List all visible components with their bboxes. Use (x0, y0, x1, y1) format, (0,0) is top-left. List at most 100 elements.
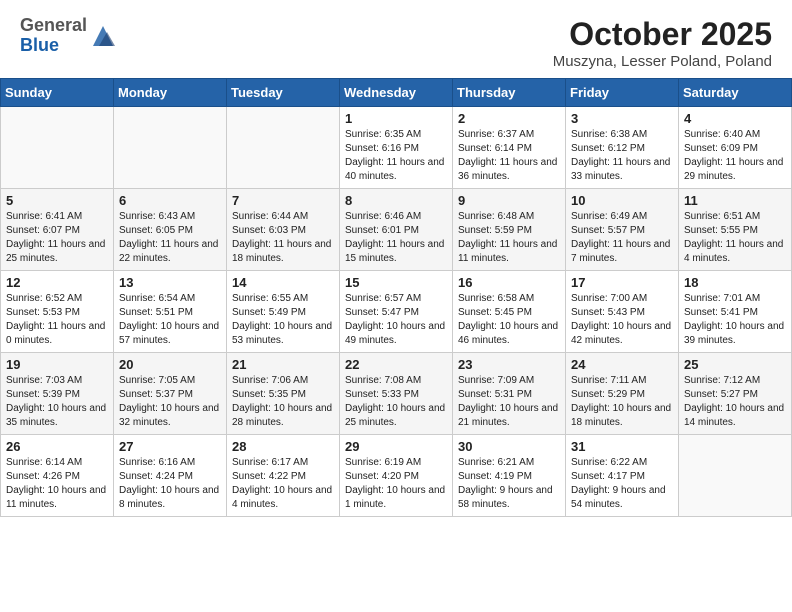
day-info: Sunrise: 7:06 AM Sunset: 5:35 PM Dayligh… (232, 374, 334, 430)
calendar-cell: 16 Sunrise: 6:58 AM Sunset: 5:45 PM Dayli… (453, 271, 566, 353)
logo-icon (89, 22, 117, 50)
day-header-thursday: Thursday (453, 79, 566, 107)
day-info: Sunrise: 6:52 AM Sunset: 5:53 PM Dayligh… (6, 292, 108, 348)
day-number: 20 (119, 357, 221, 372)
day-info: Sunrise: 6:22 AM Sunset: 4:17 PM Dayligh… (571, 456, 673, 512)
day-header-tuesday: Tuesday (227, 79, 340, 107)
day-number: 25 (684, 357, 786, 372)
day-info: Sunrise: 6:48 AM Sunset: 5:59 PM Dayligh… (458, 210, 560, 266)
calendar-cell: 31 Sunrise: 6:22 AM Sunset: 4:17 PM Dayli… (566, 435, 679, 517)
day-info: Sunrise: 6:19 AM Sunset: 4:20 PM Dayligh… (345, 456, 447, 512)
calendar-cell: 19 Sunrise: 7:03 AM Sunset: 5:39 PM Dayli… (1, 353, 114, 435)
day-info: Sunrise: 7:00 AM Sunset: 5:43 PM Dayligh… (571, 292, 673, 348)
day-number: 31 (571, 439, 673, 454)
day-info: Sunrise: 6:46 AM Sunset: 6:01 PM Dayligh… (345, 210, 447, 266)
day-info: Sunrise: 6:16 AM Sunset: 4:24 PM Dayligh… (119, 456, 221, 512)
day-info: Sunrise: 6:49 AM Sunset: 5:57 PM Dayligh… (571, 210, 673, 266)
day-info: Sunrise: 6:41 AM Sunset: 6:07 PM Dayligh… (6, 210, 108, 266)
day-number: 1 (345, 111, 447, 126)
day-info: Sunrise: 7:09 AM Sunset: 5:31 PM Dayligh… (458, 374, 560, 430)
calendar-cell: 2 Sunrise: 6:37 AM Sunset: 6:14 PM Daylig… (453, 107, 566, 189)
day-number: 22 (345, 357, 447, 372)
location: Muszyna, Lesser Poland, Poland (553, 53, 772, 70)
day-number: 8 (345, 193, 447, 208)
calendar-cell: 24 Sunrise: 7:11 AM Sunset: 5:29 PM Dayli… (566, 353, 679, 435)
day-number: 7 (232, 193, 334, 208)
calendar-cell: 6 Sunrise: 6:43 AM Sunset: 6:05 PM Daylig… (114, 189, 227, 271)
day-number: 5 (6, 193, 108, 208)
day-number: 12 (6, 275, 108, 290)
day-header-monday: Monday (114, 79, 227, 107)
day-info: Sunrise: 6:14 AM Sunset: 4:26 PM Dayligh… (6, 456, 108, 512)
day-info: Sunrise: 7:11 AM Sunset: 5:29 PM Dayligh… (571, 374, 673, 430)
calendar-cell: 20 Sunrise: 7:05 AM Sunset: 5:37 PM Dayli… (114, 353, 227, 435)
calendar-cell: 3 Sunrise: 6:38 AM Sunset: 6:12 PM Daylig… (566, 107, 679, 189)
calendar-cell: 18Sunrise: 7:01 AM Sunset: 5:41 PM Dayli… (679, 271, 792, 353)
logo-general: General (20, 15, 87, 35)
calendar-cell (114, 107, 227, 189)
day-number: 4 (684, 111, 786, 126)
calendar-table: SundayMondayTuesdayWednesdayThursdayFrid… (0, 78, 792, 517)
calendar-cell: 5 Sunrise: 6:41 AM Sunset: 6:07 PM Daylig… (1, 189, 114, 271)
day-number: 16 (458, 275, 560, 290)
day-number: 26 (6, 439, 108, 454)
day-header-sunday: Sunday (1, 79, 114, 107)
month-title: October 2025 (553, 16, 772, 53)
day-info: Sunrise: 7:08 AM Sunset: 5:33 PM Dayligh… (345, 374, 447, 430)
day-info: Sunrise: 7:01 AM Sunset: 5:41 PM Dayligh… (684, 292, 786, 348)
day-number: 17 (571, 275, 673, 290)
calendar-cell: 4 Sunrise: 6:40 AM Sunset: 6:09 PM Daylig… (679, 107, 792, 189)
day-info: Sunrise: 6:51 AM Sunset: 5:55 PM Dayligh… (684, 210, 786, 266)
day-info: Sunrise: 7:03 AM Sunset: 5:39 PM Dayligh… (6, 374, 108, 430)
calendar-cell: 29 Sunrise: 6:19 AM Sunset: 4:20 PM Dayli… (340, 435, 453, 517)
calendar-week-row: 5 Sunrise: 6:41 AM Sunset: 6:07 PM Daylig… (1, 189, 792, 271)
calendar-header-row: SundayMondayTuesdayWednesdayThursdayFrid… (1, 79, 792, 107)
day-number: 23 (458, 357, 560, 372)
day-info: Sunrise: 6:37 AM Sunset: 6:14 PM Dayligh… (458, 128, 560, 184)
day-number: 11 (684, 193, 786, 208)
day-header-saturday: Saturday (679, 79, 792, 107)
calendar-cell: 17 Sunrise: 7:00 AM Sunset: 5:43 PM Dayli… (566, 271, 679, 353)
day-info: Sunrise: 6:35 AM Sunset: 6:16 PM Dayligh… (345, 128, 447, 184)
day-number: 19 (6, 357, 108, 372)
day-number: 24 (571, 357, 673, 372)
day-number: 2 (458, 111, 560, 126)
calendar-week-row: 26 Sunrise: 6:14 AM Sunset: 4:26 PM Dayli… (1, 435, 792, 517)
day-info: Sunrise: 6:40 AM Sunset: 6:09 PM Dayligh… (684, 128, 786, 184)
calendar-cell: 10Sunrise: 6:49 AM Sunset: 5:57 PM Dayli… (566, 189, 679, 271)
calendar-cell: 28Sunrise: 6:17 AM Sunset: 4:22 PM Dayli… (227, 435, 340, 517)
day-number: 6 (119, 193, 221, 208)
calendar-cell: 14 Sunrise: 6:55 AM Sunset: 5:49 PM Dayli… (227, 271, 340, 353)
day-number: 27 (119, 439, 221, 454)
calendar-cell (1, 107, 114, 189)
day-number: 13 (119, 275, 221, 290)
day-info: Sunrise: 6:38 AM Sunset: 6:12 PM Dayligh… (571, 128, 673, 184)
calendar-cell (227, 107, 340, 189)
calendar-week-row: 12 Sunrise: 6:52 AM Sunset: 5:53 PM Dayli… (1, 271, 792, 353)
calendar-cell: 8 Sunrise: 6:46 AM Sunset: 6:01 PM Daylig… (340, 189, 453, 271)
calendar-cell: 22 Sunrise: 7:08 AM Sunset: 5:33 PM Dayli… (340, 353, 453, 435)
calendar-cell: 15Sunrise: 6:57 AM Sunset: 5:47 PM Dayli… (340, 271, 453, 353)
calendar-cell: 13Sunrise: 6:54 AM Sunset: 5:51 PM Dayli… (114, 271, 227, 353)
day-number: 28 (232, 439, 334, 454)
day-number: 15 (345, 275, 447, 290)
calendar-week-row: 19 Sunrise: 7:03 AM Sunset: 5:39 PM Dayli… (1, 353, 792, 435)
day-number: 3 (571, 111, 673, 126)
day-info: Sunrise: 7:12 AM Sunset: 5:27 PM Dayligh… (684, 374, 786, 430)
day-info: Sunrise: 6:43 AM Sunset: 6:05 PM Dayligh… (119, 210, 221, 266)
calendar-cell: 27 Sunrise: 6:16 AM Sunset: 4:24 PM Dayli… (114, 435, 227, 517)
calendar-cell: 30Sunrise: 6:21 AM Sunset: 4:19 PM Dayli… (453, 435, 566, 517)
day-info: Sunrise: 6:58 AM Sunset: 5:45 PM Dayligh… (458, 292, 560, 348)
day-info: Sunrise: 7:05 AM Sunset: 5:37 PM Dayligh… (119, 374, 221, 430)
calendar-cell: 21 Sunrise: 7:06 AM Sunset: 5:35 PM Dayli… (227, 353, 340, 435)
day-info: Sunrise: 6:44 AM Sunset: 6:03 PM Dayligh… (232, 210, 334, 266)
day-number: 14 (232, 275, 334, 290)
calendar-cell: 11 Sunrise: 6:51 AM Sunset: 5:55 PM Dayli… (679, 189, 792, 271)
calendar-cell: 7 Sunrise: 6:44 AM Sunset: 6:03 PM Daylig… (227, 189, 340, 271)
day-number: 29 (345, 439, 447, 454)
day-info: Sunrise: 6:21 AM Sunset: 4:19 PM Dayligh… (458, 456, 560, 512)
day-info: Sunrise: 6:55 AM Sunset: 5:49 PM Dayligh… (232, 292, 334, 348)
day-number: 21 (232, 357, 334, 372)
calendar-cell: 9Sunrise: 6:48 AM Sunset: 5:59 PM Daylig… (453, 189, 566, 271)
day-header-friday: Friday (566, 79, 679, 107)
